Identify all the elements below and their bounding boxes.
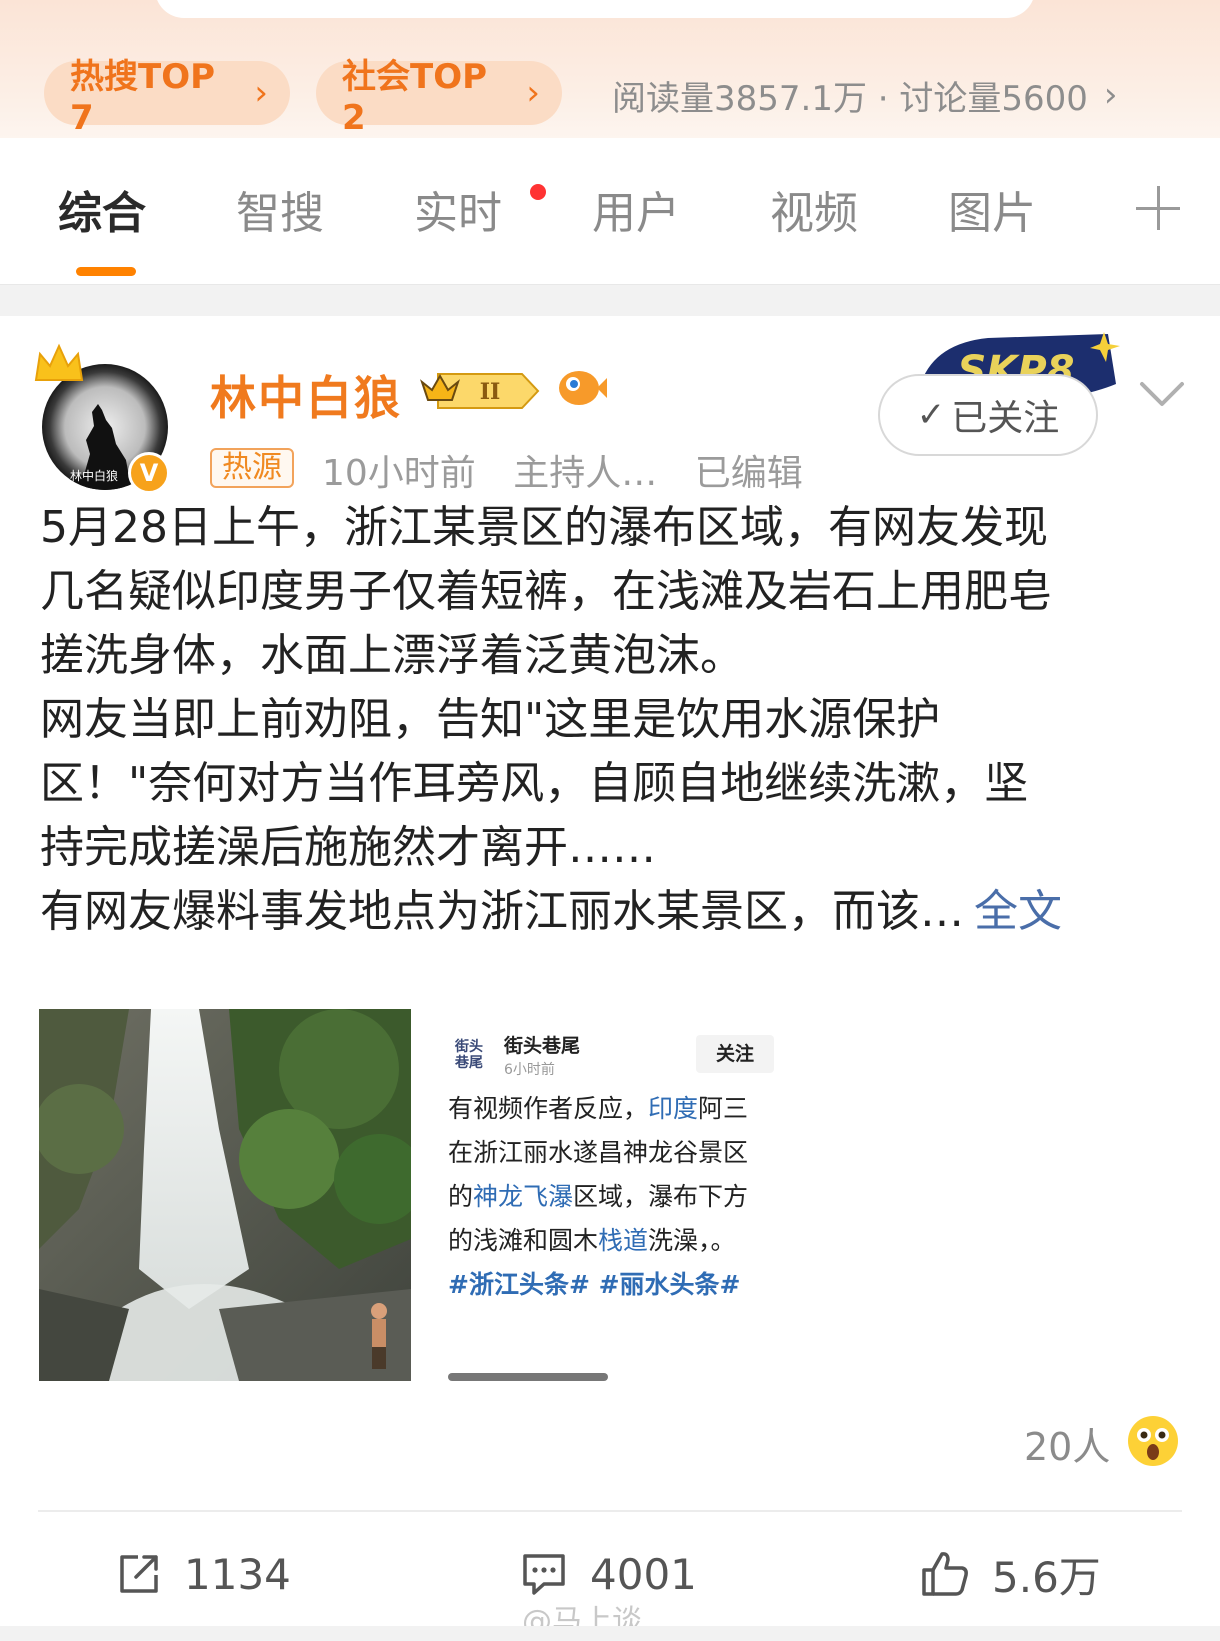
avatar-caption: 林中白狼 bbox=[70, 468, 118, 483]
share-icon bbox=[120, 1555, 158, 1593]
rank-badge-label: II bbox=[480, 379, 501, 405]
chevron-down-icon[interactable] bbox=[1138, 376, 1186, 412]
tab-videos[interactable]: 视频 bbox=[770, 184, 858, 244]
embedded-logo-icon: 街头巷尾 bbox=[455, 1039, 483, 1071]
embedded-text: 有视频作者反应， bbox=[448, 1094, 649, 1123]
embedded-hashtags: #浙江头条# #丽水头条# bbox=[448, 1270, 741, 1299]
hot-search-header: 热搜TOP 7 › 社会TOP 2 › 阅读量3857.1万 · 讨论量5600… bbox=[0, 0, 1220, 138]
post-line: 搓洗身体，水面上漂浮着泛黄泡沫。 bbox=[40, 630, 744, 681]
embedded-link: 栈道 bbox=[598, 1226, 649, 1255]
reaction-count[interactable]: 20人 bbox=[1024, 1416, 1110, 1471]
embedded-follow-button: 关注 bbox=[696, 1035, 774, 1073]
topic-stats[interactable]: 阅读量3857.1万 · 讨论量5600 › bbox=[612, 70, 1118, 120]
embedded-username: 街头巷尾 bbox=[504, 1035, 581, 1057]
fish-badge-icon bbox=[559, 371, 607, 405]
source-tag: 热源 bbox=[210, 448, 294, 488]
post-line: 几名疑似印度男子仅着短裤，在浅滩及岩石上用肥皂 bbox=[40, 566, 1052, 617]
embedded-time: 6小时前 bbox=[504, 1062, 555, 1078]
tab-smart-search[interactable]: 智搜 bbox=[236, 184, 324, 244]
follow-button[interactable]: ✓ 已关注 bbox=[878, 374, 1098, 456]
new-content-dot bbox=[530, 184, 546, 200]
post-line-last: 有网友爆料事发地点为浙江丽水某景区，而该… 全文 bbox=[40, 880, 1190, 944]
chip-label: 热搜TOP 7 bbox=[70, 56, 216, 138]
embedded-link: 印度 bbox=[648, 1094, 699, 1123]
add-tab-icon[interactable] bbox=[1136, 186, 1180, 230]
embedded-post-screenshot[interactable]: 街头巷尾 街头巷尾 6小时前 关注 有视频作者反应，印度阿三在浙江丽水遂昌神龙谷… bbox=[430, 1009, 790, 1381]
repost-button[interactable]: 1134 bbox=[116, 1544, 291, 1604]
username[interactable]: 林中白狼 bbox=[210, 362, 402, 428]
comment-icon bbox=[523, 1554, 565, 1595]
post-line: 5月28日上午，浙江某景区的瀑布区域，有网友发现 bbox=[40, 502, 1048, 553]
tab-comprehensive[interactable]: 综合 bbox=[58, 184, 146, 244]
post-host[interactable]: 主持人… bbox=[513, 453, 657, 494]
like-button[interactable]: 5.6万 bbox=[920, 1544, 1101, 1604]
embedded-text: 洗澡，。 bbox=[648, 1226, 736, 1255]
waterfall-image bbox=[39, 1009, 411, 1381]
social-rank-chip[interactable]: 社会TOP 2 › bbox=[316, 57, 562, 138]
action-divider bbox=[38, 1510, 1182, 1512]
active-tab-indicator bbox=[76, 267, 136, 276]
crown-icon bbox=[34, 343, 84, 381]
embedded-body: 有视频作者反应，印度阿三在浙江丽水遂昌神龙谷景区的神龙飞瀑区域，瀑布下方的浅滩和… bbox=[448, 1087, 768, 1307]
verified-badge-icon: V bbox=[128, 452, 170, 494]
post-line: 区！"奈何对方当作耳旁风，自顾自地继续洗漱，坚 bbox=[40, 758, 1029, 809]
chip-label: 社会TOP 2 bbox=[342, 56, 488, 138]
surprised-emoji-icon[interactable] bbox=[1126, 1414, 1180, 1468]
chevron-right-icon: › bbox=[254, 73, 268, 113]
stats-text: 阅读量3857.1万 · 讨论量5600 bbox=[612, 78, 1088, 119]
repost-count: 1134 bbox=[184, 1549, 291, 1599]
post-card: 林中白狼 V 林中白狼 II 热源 10小时前 主持人… 已编辑 SKP8 ✓ … bbox=[0, 316, 1220, 1641]
embedded-scroll-bar bbox=[448, 1373, 608, 1381]
post-line: 网友当即上前劝阻，告知"这里是饮用水源保护 bbox=[40, 694, 941, 745]
checkmark-icon: ✓ bbox=[916, 395, 946, 435]
post-time: 10小时前 bbox=[322, 453, 476, 494]
section-divider bbox=[0, 284, 1220, 316]
comment-button[interactable]: 4001 bbox=[520, 1544, 697, 1604]
hot-search-rank-chip[interactable]: 热搜TOP 7 › bbox=[44, 57, 290, 138]
bottom-divider bbox=[0, 1626, 1220, 1641]
comment-count: 4001 bbox=[590, 1549, 697, 1599]
like-count: 5.6万 bbox=[992, 1552, 1101, 1602]
full-text-link[interactable]: 全文 bbox=[974, 886, 1062, 937]
follow-label: 已关注 bbox=[951, 398, 1060, 439]
waterfall-photo[interactable] bbox=[39, 1009, 411, 1381]
tab-realtime[interactable]: 实时 bbox=[414, 184, 502, 244]
rank-badge-icon: II bbox=[419, 373, 540, 409]
tab-users[interactable]: 用户 bbox=[592, 184, 680, 244]
thumbs-up-icon bbox=[922, 1552, 968, 1596]
search-bar[interactable] bbox=[155, 0, 1035, 18]
search-tabs: 综合 智搜 实时 用户 视频 图片 bbox=[0, 168, 1220, 278]
post-line: 有网友爆料事发地点为浙江丽水某景区，而该… bbox=[40, 886, 964, 937]
tab-pictures[interactable]: 图片 bbox=[948, 184, 1036, 244]
chevron-right-icon: › bbox=[526, 73, 540, 113]
chevron-right-icon: › bbox=[1103, 75, 1118, 115]
post-body: 5月28日上午，浙江某景区的瀑布区域，有网友发现 几名疑似印度男子仅着短裤，在浅… bbox=[40, 496, 1190, 944]
post-line: 持完成搓澡后施施然才离开…… bbox=[40, 822, 656, 873]
embedded-link: 神龙飞瀑 bbox=[473, 1182, 574, 1211]
post-meta: 10小时前 主持人… 已编辑 bbox=[322, 444, 829, 496]
post-edited: 已编辑 bbox=[694, 453, 803, 494]
